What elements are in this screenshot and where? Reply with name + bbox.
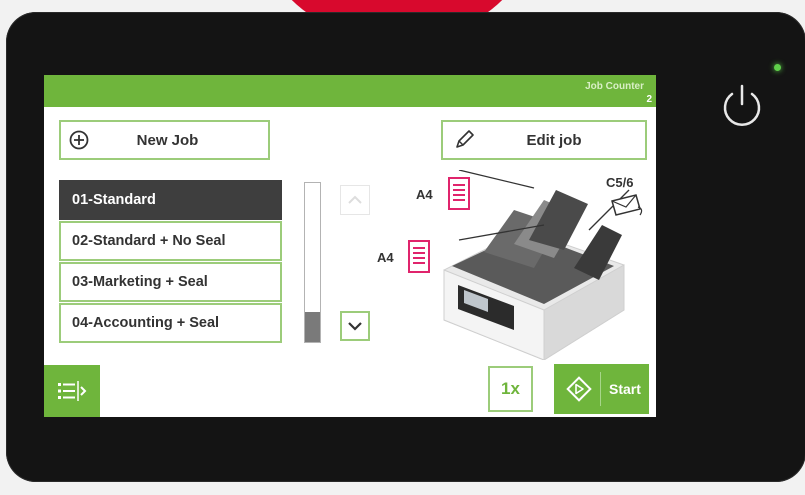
new-job-button[interactable]: New Job [59,120,270,160]
menu-button[interactable] [44,365,100,417]
new-job-label: New Job [136,131,199,149]
top-tray-paper-label: A4 [416,187,433,202]
lower-tray-paper-label: A4 [377,250,394,265]
device-bezel: Job Counter 2 New Job Edit job 01-Standa… [6,12,805,482]
job-counter-label: Job Counter [585,81,644,92]
list-item[interactable]: 01-Standard [59,180,282,220]
list-item[interactable]: 04-Accounting + Seal [59,303,282,343]
pencil-icon [456,130,474,148]
list-item-label: 02-Standard + No Seal [72,233,226,249]
scroll-thumb[interactable] [305,312,320,342]
scroll-down-button[interactable] [340,311,370,341]
scroll-up-button[interactable] [340,185,370,215]
envelope-icon [611,194,643,216]
list-scrollbar[interactable] [304,182,321,343]
touch-screen: Job Counter 2 New Job Edit job 01-Standa… [44,75,656,417]
chevron-down-icon [348,322,362,331]
list-item-label: 04-Accounting + Seal [72,315,220,331]
header-bar: Job Counter 2 [44,75,656,107]
job-list: 01-Standard 02-Standard + No Seal 03-Mar… [59,180,282,344]
document-icon [448,177,470,210]
power-icon[interactable] [716,80,768,132]
list-menu-icon [58,381,87,401]
start-label: Start [609,381,641,397]
document-icon [408,240,430,273]
start-divider [600,372,601,406]
plus-circle-icon [69,130,89,150]
quantity-label: 1x [501,379,520,398]
job-counter-value: 2 [646,94,652,105]
list-item-label: 01-Standard [72,192,156,208]
edit-job-label: Edit job [526,131,582,149]
envelope-label: C5/6 [606,175,634,190]
power-led [774,64,781,71]
list-item[interactable]: 03-Marketing + Seal [59,262,282,302]
chevron-up-icon [348,195,362,204]
list-item[interactable]: 02-Standard + No Seal [59,221,282,261]
quantity-button[interactable]: 1x [488,366,533,412]
edit-job-button[interactable]: Edit job [441,120,647,160]
start-button[interactable]: Start [554,364,649,414]
list-item-label: 03-Marketing + Seal [72,274,208,290]
diamond-start-icon [566,376,592,402]
